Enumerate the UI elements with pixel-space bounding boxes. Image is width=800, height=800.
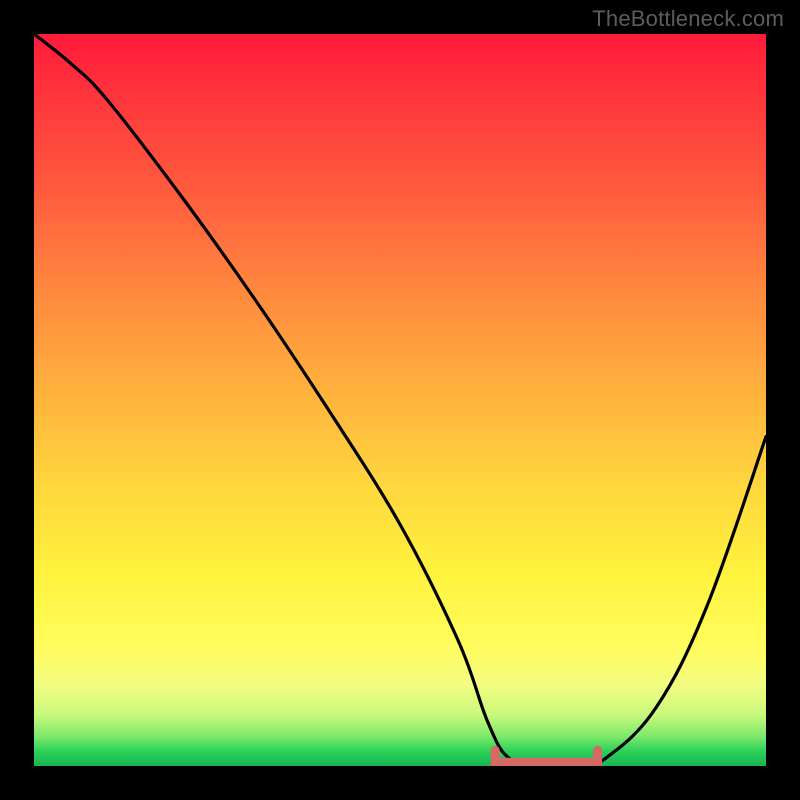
curve-path: [34, 34, 766, 766]
watermark-text: TheBottleneck.com: [592, 6, 784, 32]
plot-area: [34, 34, 766, 766]
chart-frame: TheBottleneck.com: [0, 0, 800, 800]
bottleneck-curve: [34, 34, 766, 766]
flat-region-marker: [495, 750, 597, 762]
